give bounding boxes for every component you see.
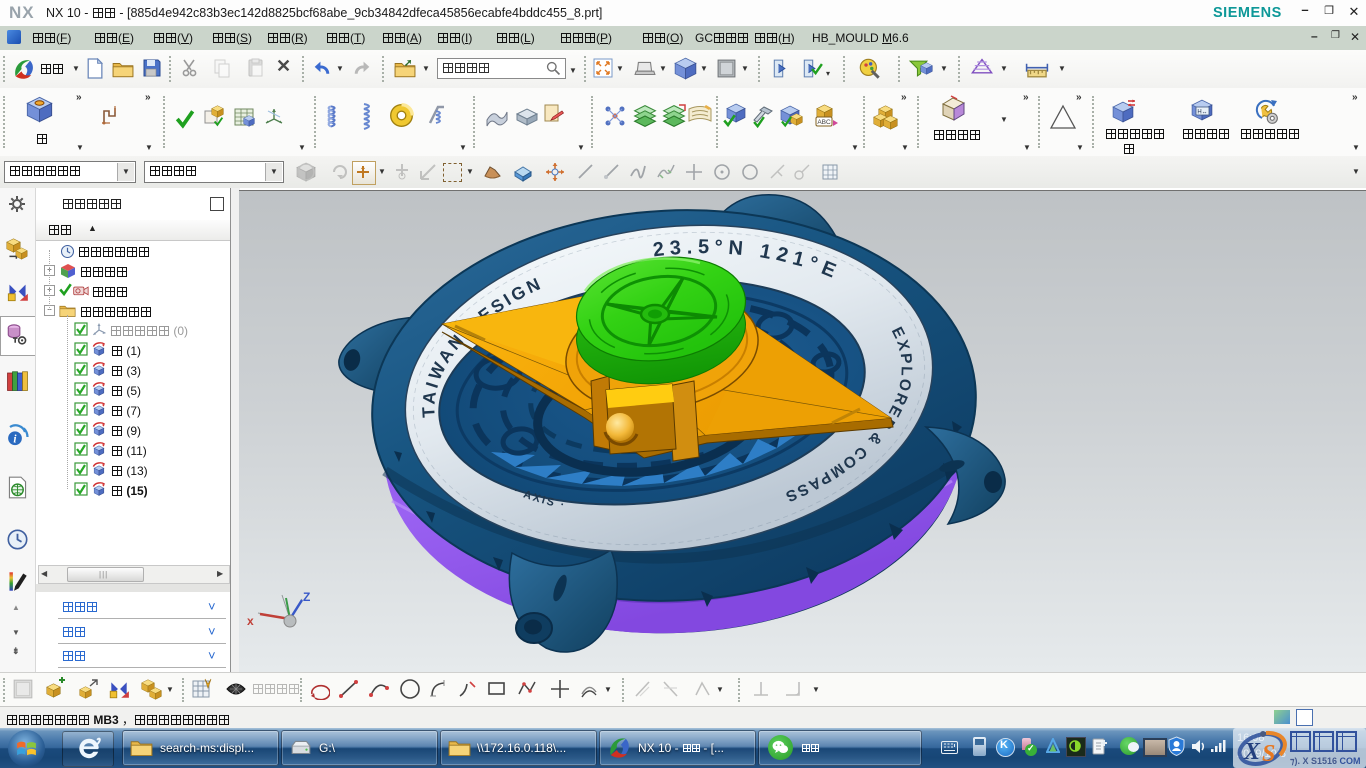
svg-text:Z: Z	[303, 590, 310, 604]
svg-text:H↔: H↔	[1197, 110, 1207, 116]
svg-text:S: S	[1262, 741, 1275, 767]
svg-text:ABC: ABC	[817, 119, 831, 126]
svg-text:x: x	[247, 614, 254, 628]
svg-text:X: X	[1243, 739, 1261, 765]
